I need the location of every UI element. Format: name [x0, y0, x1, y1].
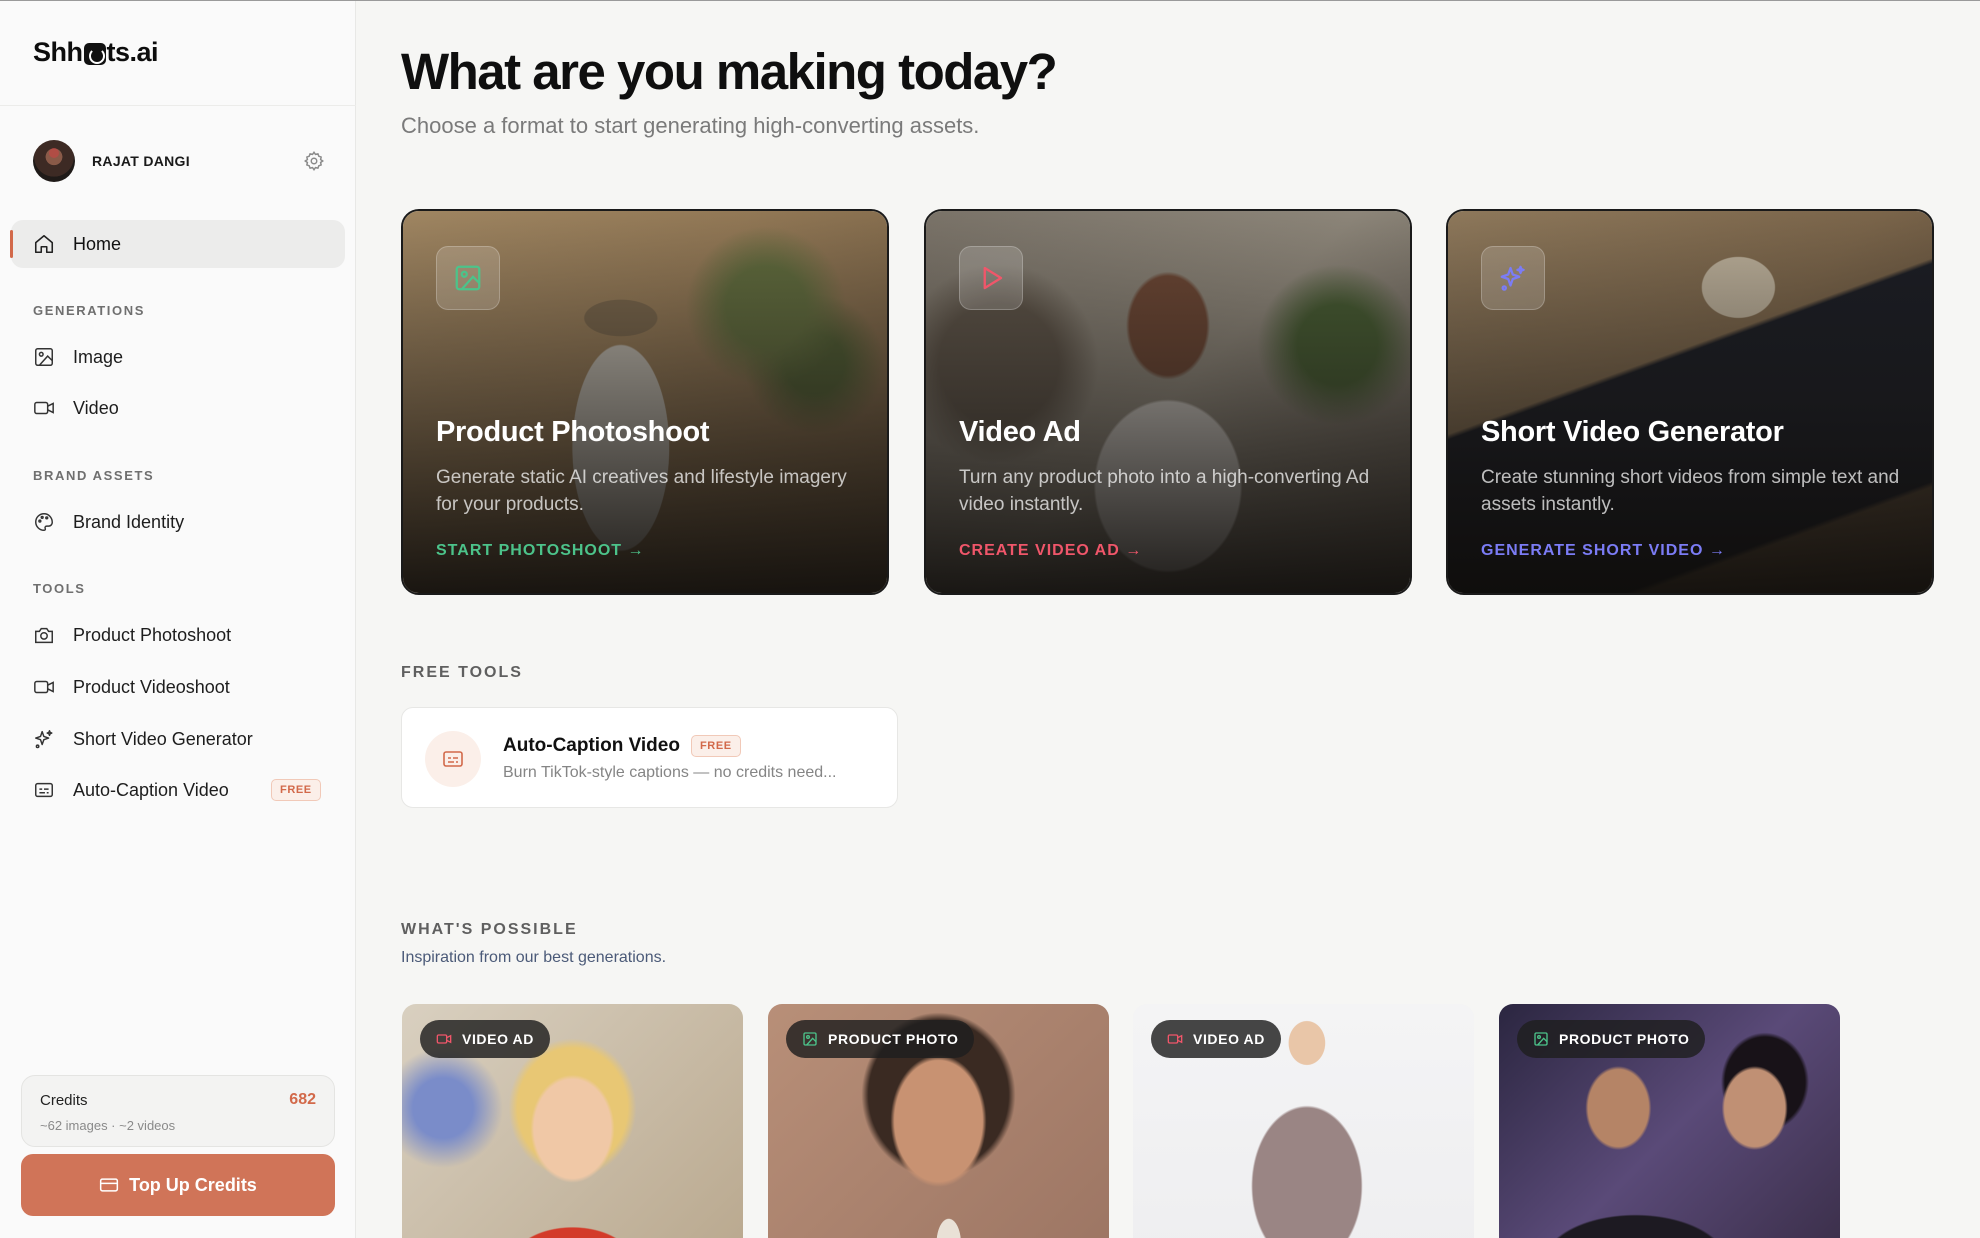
sidebar-item-label: Auto-Caption Video	[73, 779, 229, 800]
page-subtitle: Choose a format to start generating high…	[401, 113, 980, 138]
sidebar-item-home[interactable]: Home	[10, 220, 345, 268]
inspiration-tile[interactable]: PRODUCT PHOTO	[768, 1004, 1109, 1238]
tool-title-text: Auto-Caption Video	[503, 735, 680, 756]
sidebar-item-product-videoshoot[interactable]: Product Videoshoot	[33, 669, 230, 705]
sidebar-item-video[interactable]: Video	[33, 390, 119, 426]
inspiration-tile[interactable]: PRODUCT PHOTO	[1499, 1004, 1840, 1238]
credits-value: 682	[289, 1091, 316, 1108]
home-icon	[33, 233, 55, 255]
logo-shutter-icon	[83, 42, 106, 65]
section-label-free-tools: FREE TOOLS	[401, 664, 523, 681]
inspiration-tile[interactable]: VIDEO AD	[1133, 1004, 1474, 1238]
tile-type-label: PRODUCT PHOTO	[1559, 1031, 1690, 1047]
tile-type-label: VIDEO AD	[462, 1031, 534, 1047]
sidebar-divider	[0, 105, 356, 106]
credits-title: Credits	[40, 1092, 88, 1109]
page-title: What are you making today?	[401, 43, 1058, 100]
card-video-ad[interactable]: Video Ad Turn any product photo into a h…	[924, 209, 1412, 595]
sparkles-icon	[33, 728, 55, 750]
card-title: Video Ad	[959, 416, 1081, 448]
tile-type-badge: PRODUCT PHOTO	[1517, 1020, 1706, 1058]
sidebar-item-label: Short Video Generator	[73, 728, 253, 749]
avatar[interactable]	[33, 140, 75, 182]
sidebar-item-label: Brand Identity	[73, 511, 185, 532]
section-label-brand-assets: BRAND ASSETS	[33, 468, 155, 483]
sidebar-item-label: Product Photoshoot	[73, 624, 232, 645]
caption-icon	[425, 731, 481, 787]
card-description: Turn any product photo into a high-conve…	[959, 467, 1370, 515]
top-up-label: Top Up Credits	[129, 1174, 257, 1195]
app-logo[interactable]: Shh ts.ai	[33, 37, 159, 68]
caption-icon	[33, 779, 55, 801]
active-indicator	[10, 230, 13, 258]
user-name: RAJAT DANGI	[92, 153, 190, 169]
logo-text-end: ts.ai	[106, 37, 159, 67]
video-icon	[436, 1031, 452, 1047]
gear-icon[interactable]	[303, 150, 325, 172]
tile-type-label: VIDEO AD	[1193, 1031, 1265, 1047]
video-icon	[33, 676, 55, 698]
tile-type-badge: VIDEO AD	[420, 1020, 550, 1058]
sidebar-item-image[interactable]: Image	[33, 339, 123, 375]
start-photoshoot-link[interactable]: START PHOTOSHOOT →	[436, 542, 645, 560]
tile-type-badge: VIDEO AD	[1151, 1020, 1281, 1058]
camera-icon	[33, 624, 55, 646]
sidebar: Shh ts.ai RAJAT DANGI Home GENERATIONS Im…	[0, 1, 356, 1238]
inspiration-tile[interactable]: VIDEO AD	[402, 1004, 743, 1238]
logo-text-start: Shh	[33, 37, 83, 67]
card-description: Generate static AI creatives and lifesty…	[436, 467, 847, 515]
free-badge: FREE	[690, 735, 741, 757]
video-icon	[33, 397, 55, 419]
play-icon	[959, 246, 1023, 310]
image-icon	[1533, 1031, 1549, 1047]
credit-card-icon	[99, 1175, 119, 1195]
tile-type-badge: PRODUCT PHOTO	[786, 1020, 975, 1058]
credits-card: Credits 682 ~62 images · ~2 videos	[21, 1075, 335, 1147]
user-profile: RAJAT DANGI	[33, 140, 325, 182]
image-icon	[802, 1031, 818, 1047]
tool-title: Auto-Caption Video FREE	[503, 735, 741, 757]
generate-short-video-link[interactable]: GENERATE SHORT VIDEO →	[1481, 542, 1726, 560]
top-up-credits-button[interactable]: Top Up Credits	[21, 1154, 335, 1216]
section-label-tools: TOOLS	[33, 581, 86, 596]
credits-estimate: ~62 images · ~2 videos	[40, 1118, 176, 1133]
sidebar-item-short-video-generator[interactable]: Short Video Generator	[33, 721, 253, 757]
free-badge: FREE	[271, 779, 321, 801]
card-description: Create stunning short videos from simple…	[1481, 467, 1900, 515]
card-title: Short Video Generator	[1481, 416, 1784, 448]
sidebar-item-label: Home	[73, 233, 122, 254]
tool-card-auto-caption-video[interactable]: Auto-Caption Video FREE Burn TikTok-styl…	[401, 707, 898, 808]
create-video-ad-link[interactable]: CREATE VIDEO AD →	[959, 542, 1142, 560]
section-subtitle: Inspiration from our best generations.	[401, 949, 667, 966]
tile-type-label: PRODUCT PHOTO	[828, 1031, 959, 1047]
tool-description: Burn TikTok-style captions — no credits …	[503, 764, 837, 781]
image-icon	[33, 346, 55, 368]
sidebar-item-brand-identity[interactable]: Brand Identity	[33, 504, 184, 540]
section-label-whats-possible: WHAT'S POSSIBLE	[401, 921, 578, 938]
card-short-video-generator[interactable]: Short Video Generator Create stunning sh…	[1446, 209, 1934, 595]
video-icon	[1167, 1031, 1183, 1047]
palette-icon	[33, 511, 55, 533]
card-product-photoshoot[interactable]: Product Photoshoot Generate static AI cr…	[401, 209, 889, 595]
sparkles-icon	[1481, 246, 1545, 310]
card-title: Product Photoshoot	[436, 416, 710, 448]
section-label-generations: GENERATIONS	[33, 303, 145, 318]
image-icon	[436, 246, 500, 310]
sidebar-item-label: Image	[73, 346, 124, 367]
sidebar-item-label: Product Videoshoot	[73, 676, 230, 697]
sidebar-item-product-photoshoot[interactable]: Product Photoshoot	[33, 617, 231, 653]
sidebar-item-auto-caption-video[interactable]: Auto-Caption Video FREE	[33, 772, 333, 808]
sidebar-item-label: Video	[73, 397, 119, 418]
